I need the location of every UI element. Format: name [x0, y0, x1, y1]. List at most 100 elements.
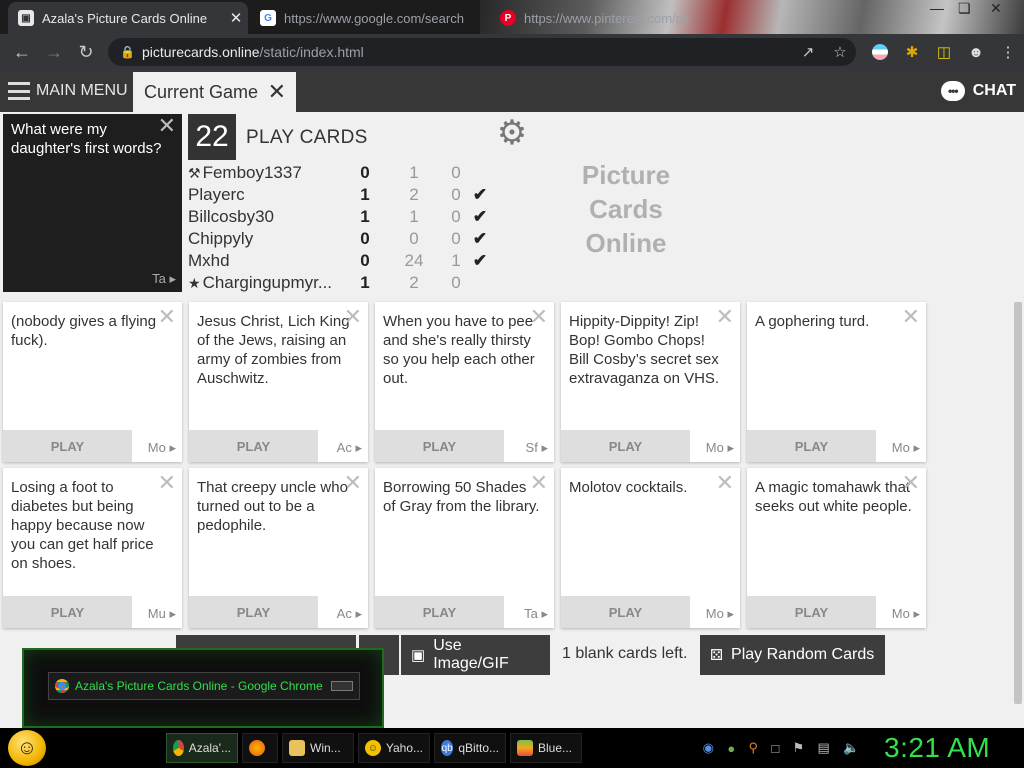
- answer-card[interactable]: When you have to pee and she's really th…: [375, 302, 554, 462]
- play-cards-heading: PLAY CARDS: [246, 127, 368, 148]
- caret-right-icon: ▸: [169, 271, 176, 286]
- player-stat: 0: [451, 229, 461, 248]
- browser-tab-google[interactable]: G https://www.google.com/search: [250, 2, 480, 34]
- forward-arrow-icon[interactable]: →: [38, 36, 70, 68]
- taskbar-thumbnail-preview[interactable]: Azala's Picture Cards Online - Google Ch…: [22, 648, 384, 728]
- close-icon[interactable]: ✕: [902, 472, 920, 494]
- card-pack: Ac ▸: [336, 606, 362, 621]
- close-icon[interactable]: ✕: [716, 472, 734, 494]
- player-stat: 0: [451, 185, 461, 204]
- tab-current-game[interactable]: Current Game ✕: [133, 72, 296, 112]
- minimize-icon[interactable]: —: [930, 0, 944, 16]
- bookmark-star-icon[interactable]: ☆: [824, 43, 856, 61]
- answer-card[interactable]: Losing a foot to diabetes but being happ…: [3, 468, 182, 628]
- card-pack: Mo ▸: [705, 606, 734, 621]
- answer-card[interactable]: Jesus Christ, Lich King of the Jews, rai…: [189, 302, 368, 462]
- answer-card[interactable]: A magic tomahawk that seeks out white pe…: [747, 468, 926, 628]
- back-arrow-icon[interactable]: ←: [6, 36, 38, 68]
- display-icon[interactable]: □: [771, 741, 779, 756]
- close-icon[interactable]: ✕: [716, 306, 734, 328]
- answer-card[interactable]: Molotov cocktails. ✕ PLAY Mo ▸: [561, 468, 740, 628]
- close-game-icon[interactable]: ✕: [268, 79, 286, 105]
- play-random-cards-button[interactable]: ⚄ Play Random Cards: [700, 635, 885, 675]
- yahoo-icon: ☺: [365, 740, 381, 756]
- close-icon[interactable]: ✕: [158, 306, 176, 328]
- action-center-flag-icon[interactable]: ⚑: [793, 740, 805, 756]
- account-avatar-icon[interactable]: ☻: [960, 36, 992, 68]
- caret-right-icon: ▸: [541, 440, 548, 455]
- taskbar-item-yahoo[interactable]: ☺ Yaho...: [358, 733, 430, 763]
- close-icon[interactable]: ✕: [530, 472, 548, 494]
- answer-card[interactable]: That creepy uncle who turned out to be a…: [189, 468, 368, 628]
- card-pack: Sf ▸: [525, 440, 548, 455]
- extensions-icon[interactable]: ✱: [896, 36, 928, 68]
- hamburger-icon: [8, 82, 30, 100]
- answer-card[interactable]: A gophering turd. ✕ PLAY Mo ▸: [747, 302, 926, 462]
- close-icon[interactable]: ✕: [902, 306, 920, 328]
- play-button[interactable]: PLAY: [375, 430, 504, 462]
- play-button[interactable]: PLAY: [189, 430, 318, 462]
- card-text: Hippity-Dippity! Zip! Bop! Gombo Chops! …: [569, 313, 720, 387]
- player-score: 0: [360, 229, 370, 248]
- maximize-icon[interactable]: ❏: [958, 0, 971, 17]
- bluestacks-icon: [517, 740, 533, 756]
- search-icon[interactable]: ⚲: [748, 740, 758, 756]
- reload-icon[interactable]: ↻: [70, 36, 102, 68]
- taskbar-item-chrome[interactable]: Azala'...: [166, 733, 238, 763]
- volume-icon[interactable]: 🔈: [843, 740, 859, 756]
- close-tab-icon[interactable]: ✕: [224, 9, 248, 27]
- close-icon[interactable]: ✕: [158, 115, 176, 137]
- play-button[interactable]: PLAY: [189, 596, 318, 628]
- card-text: That creepy uncle who turned out to be a…: [197, 479, 348, 534]
- taskbar-item-explorer[interactable]: Win...: [282, 733, 354, 763]
- play-button[interactable]: PLAY: [561, 596, 690, 628]
- network-globe-icon[interactable]: ●: [727, 741, 735, 756]
- play-button[interactable]: PLAY: [561, 430, 690, 462]
- scrollbar[interactable]: [1014, 302, 1022, 704]
- player-stat: 2: [409, 185, 419, 204]
- gear-icon[interactable]: ⚙: [493, 114, 531, 152]
- player-score: 0: [360, 163, 370, 182]
- share-icon[interactable]: ↗: [792, 43, 824, 61]
- browser-tab-pinterest[interactable]: P https://www.pinterest.com/pin: [490, 2, 690, 34]
- taskbar-item-bluestacks[interactable]: Blue...: [510, 733, 582, 763]
- play-button[interactable]: PLAY: [3, 596, 132, 628]
- url-path: /static/index.html: [259, 44, 364, 60]
- chat-button[interactable]: ••• CHAT: [940, 70, 1016, 112]
- card-pack: Mo ▸: [891, 606, 920, 621]
- close-icon[interactable]: ✕: [344, 306, 362, 328]
- play-button[interactable]: PLAY: [3, 430, 132, 462]
- close-window-icon[interactable]: ✕: [990, 0, 1002, 17]
- play-button[interactable]: PLAY: [375, 596, 504, 628]
- taskbar-item-qbittorrent[interactable]: qb qBitto...: [434, 733, 506, 763]
- firefox-icon: [249, 740, 265, 756]
- play-button[interactable]: PLAY: [747, 596, 876, 628]
- main-menu-button[interactable]: MAIN MENU: [0, 70, 132, 112]
- thumbnail-titlebar[interactable]: Azala's Picture Cards Online - Google Ch…: [48, 672, 360, 700]
- start-button-smiley-icon[interactable]: ☺: [8, 730, 46, 766]
- play-button[interactable]: PLAY: [747, 430, 876, 462]
- profile-flag-icon[interactable]: [864, 36, 896, 68]
- answer-card[interactable]: Hippity-Dippity! Zip! Bop! Gombo Chops! …: [561, 302, 740, 462]
- close-icon[interactable]: ✕: [158, 472, 176, 494]
- system-tray: ◉ ● ⚲ □ ⚑ ▤ 🔈: [696, 736, 866, 760]
- browser-toolbar: ← → ↻ 🔒 picturecards.online/static/index…: [0, 34, 1024, 70]
- use-image-button[interactable]: ▣ Use Image/GIF: [401, 635, 550, 675]
- player-stat: 24: [404, 251, 424, 270]
- browser-tab-active[interactable]: ▣ Azala's Picture Cards Online ✕: [8, 2, 248, 34]
- thumbnail-close-icon[interactable]: [331, 681, 353, 691]
- answer-card[interactable]: (nobody gives a flying fuck). ✕ PLAY Mo ▸: [3, 302, 182, 462]
- card-pack: Mu ▸: [147, 606, 176, 621]
- close-icon[interactable]: ✕: [530, 306, 548, 328]
- player-stat: 1: [409, 207, 419, 226]
- qbittorrent-tray-icon[interactable]: ◉: [703, 740, 714, 756]
- card-text: Molotov cocktails.: [569, 479, 688, 496]
- network-icon[interactable]: ▤: [817, 740, 829, 756]
- address-bar[interactable]: 🔒 picturecards.online/static/index.html …: [108, 38, 856, 66]
- player-name: ⚒ Femboy1337: [188, 163, 302, 182]
- menu-dots-icon[interactable]: ⋮: [992, 36, 1024, 68]
- sidebar-icon[interactable]: ◫: [928, 36, 960, 68]
- taskbar-item-firefox[interactable]: [242, 733, 278, 763]
- answer-card[interactable]: Borrowing 50 Shades of Gray from the lib…: [375, 468, 554, 628]
- close-icon[interactable]: ✕: [344, 472, 362, 494]
